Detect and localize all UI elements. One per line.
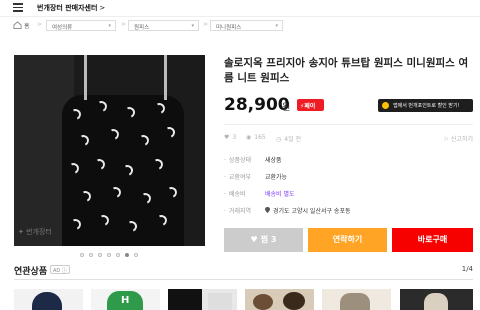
related-product-thumb[interactable] <box>168 289 237 310</box>
detail-value: 교환가능 <box>265 174 288 181</box>
detail-label: 배송비 <box>224 189 246 198</box>
time-label: 4일 전 <box>284 136 302 143</box>
price-currency: 원 <box>282 103 291 113</box>
pay-badge: ⚡페이 <box>297 99 324 111</box>
related-product-thumb[interactable] <box>14 289 83 310</box>
category-select-level1[interactable]: 여성의류 ▾ <box>46 20 116 31</box>
chevron-down-icon: ▾ <box>275 23 278 29</box>
detail-label: 상품상태 <box>224 155 251 164</box>
breadcrumb-separator: > <box>203 21 209 28</box>
detail-row-condition: 상품상태 새상품 <box>224 155 473 167</box>
breadcrumb-home[interactable]: 홈 <box>24 21 30 30</box>
product-image[interactable]: ✦ 번개장터 <box>14 55 205 246</box>
related-product-thumb[interactable]: H <box>91 289 160 310</box>
region-label: 경기도 고양시 일산서구 송포동 <box>273 208 351 215</box>
category-level2-label: 원피스 <box>134 25 150 31</box>
likes-stat: ♥ 3 <box>224 134 236 141</box>
detail-value-region: 경기도 고양시 일산서구 송포동 <box>265 206 350 215</box>
category-level3-label: 미니원피스 <box>216 25 242 31</box>
report-link[interactable]: ⚐ 신고하기 <box>444 134 473 143</box>
detail-value: 새상품 <box>265 157 282 164</box>
ad-badge[interactable]: AD ⓘ <box>50 265 70 274</box>
heart-icon: ♥ <box>224 134 230 141</box>
pagination-dot[interactable] <box>116 253 120 257</box>
promo-text: 앱에서 번개포인트로 할인 받기! <box>393 103 460 109</box>
category-level1-label: 여성의류 <box>52 25 73 31</box>
chevron-down-icon: ▾ <box>191 23 194 29</box>
detail-label: 교환여부 <box>224 172 251 181</box>
product-stats: ♥ 3 ◉ 165 ◷ 4일 전 ⚐ 신고하기 <box>224 134 473 144</box>
detail-row-exchange: 교환여부 교환가능 <box>224 172 473 184</box>
views-stat: ◉ 165 <box>246 134 266 141</box>
chevron-right-icon: > <box>99 4 106 12</box>
home-icon[interactable] <box>13 21 22 29</box>
buy-now-button[interactable]: 바로구매 <box>392 228 473 252</box>
shipping-fee-link[interactable]: 배송비 별도 <box>265 189 295 198</box>
breadcrumb-separator: > <box>121 21 127 28</box>
eye-icon: ◉ <box>246 134 252 141</box>
likes-count: 3 <box>232 134 237 141</box>
chevron-down-icon: ▾ <box>108 23 111 29</box>
detail-label: 거래지역 <box>224 206 251 215</box>
related-page-indicator: 1/4 <box>461 265 473 273</box>
related-products-title: 연관상품 <box>14 267 48 277</box>
point-promo-banner[interactable]: 앱에서 번개포인트로 할인 받기! <box>378 99 473 112</box>
related-product-thumb[interactable] <box>245 289 314 310</box>
pagination-dot[interactable] <box>98 253 102 257</box>
report-label: 신고하기 <box>450 136 473 143</box>
image-strap-shape <box>84 55 87 100</box>
related-product-thumb[interactable] <box>400 289 473 310</box>
detail-row-region: 거래지역 경기도 고양시 일산서구 송포동 <box>224 206 473 218</box>
pagination-dot-active[interactable] <box>125 253 129 257</box>
seller-center-link[interactable]: 번개장터 판매자센터 > <box>37 3 105 13</box>
product-price: 28,900 <box>224 95 290 115</box>
related-product-thumb[interactable] <box>322 289 391 310</box>
category-select-level3[interactable]: 미니원피스 ▾ <box>210 20 283 31</box>
coin-icon <box>382 102 389 109</box>
brand-label: 번개장터 판매자센터 <box>37 4 98 12</box>
product-title: 솔로지옥 프리지아 송지아 튜브탑 원피스 미니원피스 여름 니트 원피스 <box>224 57 469 84</box>
like-button[interactable]: ♥ 찜 3 <box>224 228 303 252</box>
pagination-dot[interactable] <box>107 253 111 257</box>
image-dress-shape <box>62 95 184 246</box>
siren-icon: ⚐ <box>443 136 451 143</box>
like-button-label: 찜 3 <box>260 235 277 244</box>
views-count: 165 <box>254 134 266 141</box>
pagination-dot[interactable] <box>80 253 84 257</box>
breadcrumb: 홈 > 여성의류 ▾ > 원피스 ▾ > 미니원피스 ▾ <box>13 19 473 32</box>
contact-button[interactable]: 연락하기 <box>308 228 387 252</box>
pagination-dot[interactable] <box>134 253 138 257</box>
divider <box>224 124 473 125</box>
breadcrumb-separator: > <box>37 21 43 28</box>
hamburger-icon[interactable] <box>13 3 23 12</box>
image-strap-shape <box>164 55 167 100</box>
detail-row-shipping: 배송비 배송비 별도 <box>224 189 473 201</box>
heart-icon: ♥ <box>250 235 258 244</box>
top-bar: 번개장터 판매자센터 > <box>0 0 480 17</box>
category-select-level2[interactable]: 원피스 ▾ <box>128 20 199 31</box>
location-pin-icon <box>265 207 270 213</box>
divider <box>14 279 473 280</box>
pagination-dot[interactable] <box>89 253 93 257</box>
time-stat: ◷ 4일 전 <box>276 134 301 143</box>
clock-icon: ◷ <box>276 136 282 143</box>
image-watermark: ✦ 번개장터 <box>18 228 52 236</box>
